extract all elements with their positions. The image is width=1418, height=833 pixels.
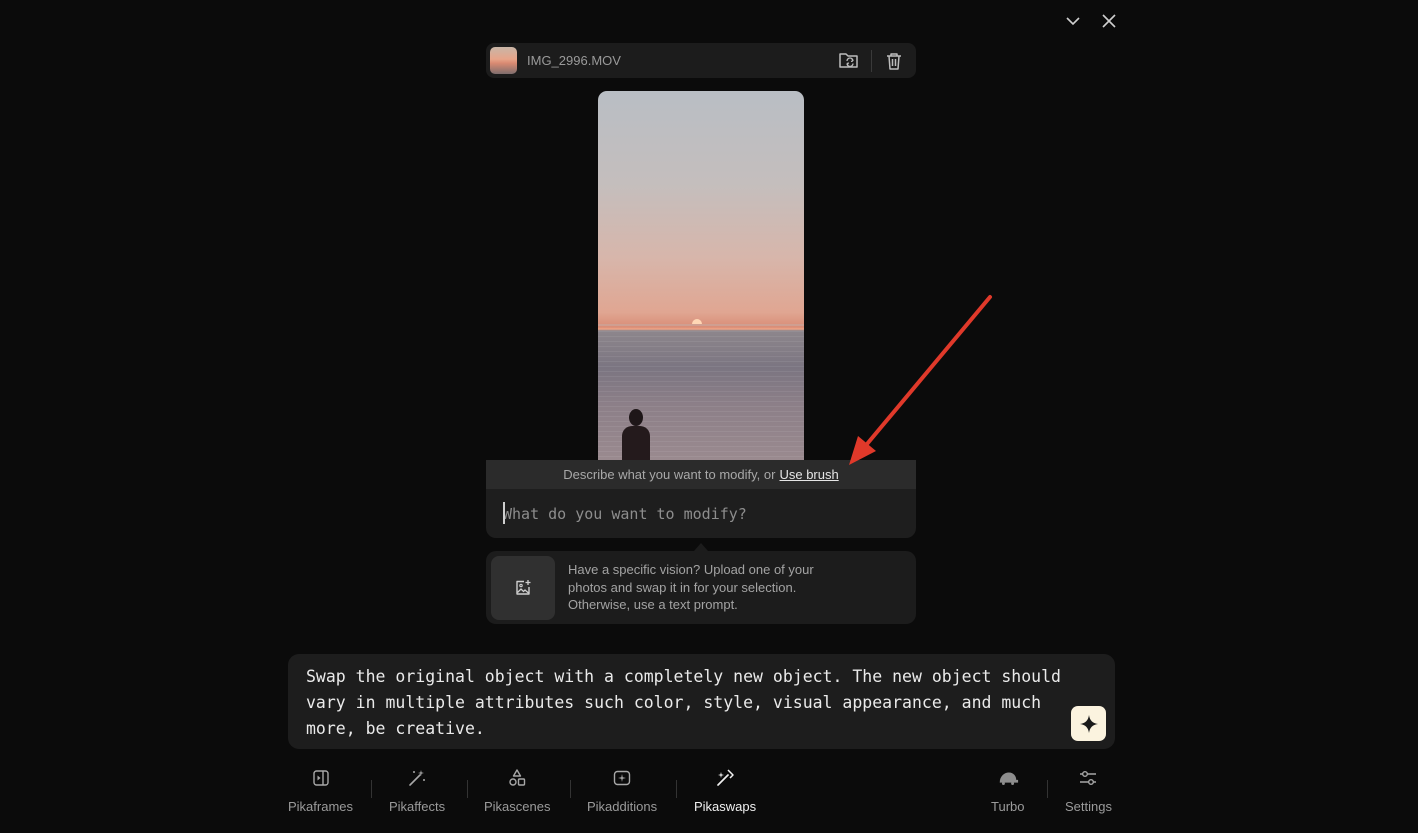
use-brush-link[interactable]: Use brush xyxy=(779,467,838,482)
tab-label: Pikaframes xyxy=(288,799,354,814)
magic-wand-icon xyxy=(406,767,428,789)
tab-pikaframes[interactable]: Pikaframes xyxy=(288,767,353,814)
chevron-down-icon[interactable] xyxy=(1062,10,1084,32)
prompt-text[interactable]: Swap the original object with a complete… xyxy=(306,664,1066,742)
file-bar: IMG_2996.MOV xyxy=(486,43,916,78)
modify-input[interactable] xyxy=(503,498,903,529)
tab-pikascenes[interactable]: Pikascenes xyxy=(484,767,550,814)
video-preview[interactable] xyxy=(598,91,804,460)
folder-swap-icon xyxy=(839,52,858,68)
tab-label: Pikaswaps xyxy=(694,799,757,814)
file-name: IMG_2996.MOV xyxy=(527,53,621,68)
tab-divider xyxy=(467,780,468,798)
tab-settings[interactable]: Settings xyxy=(1065,767,1112,814)
tab-label: Pikascenes xyxy=(484,799,551,814)
replace-file-button[interactable] xyxy=(831,46,867,76)
tab-pikaswaps[interactable]: Pikaswaps xyxy=(694,767,756,814)
image-add-icon xyxy=(516,579,531,595)
sparkle-icon xyxy=(1079,714,1098,733)
trash-icon xyxy=(887,52,901,70)
upload-card: Have a specific vision? Upload one of yo… xyxy=(486,551,916,624)
modify-input-container xyxy=(486,489,916,538)
sliders-icon xyxy=(1077,767,1099,789)
close-icon[interactable] xyxy=(1098,10,1120,32)
add-sparkle-icon xyxy=(611,767,633,789)
tab-turbo[interactable]: Turbo xyxy=(991,767,1024,814)
swap-wand-icon xyxy=(714,767,736,789)
preview-person xyxy=(629,409,643,426)
tab-label: Turbo xyxy=(991,799,1025,814)
tab-divider xyxy=(570,780,571,798)
turtle-icon xyxy=(997,767,1019,789)
divider xyxy=(871,49,872,72)
tab-divider xyxy=(676,780,677,798)
tab-pikadditions[interactable]: Pikadditions xyxy=(587,767,657,814)
frames-icon xyxy=(310,767,332,789)
generate-button[interactable] xyxy=(1071,706,1106,741)
window-controls xyxy=(1062,10,1120,32)
file-actions xyxy=(831,46,912,76)
shapes-icon xyxy=(506,767,528,789)
tab-divider xyxy=(1047,780,1048,798)
text-caret xyxy=(503,502,505,524)
tab-label: Pikadditions xyxy=(587,799,658,814)
file-thumbnail xyxy=(490,47,517,74)
preview-horizon xyxy=(598,324,804,326)
prompt-box[interactable]: Swap the original object with a complete… xyxy=(288,654,1115,749)
modify-hint: Describe what you want to modify, or Use… xyxy=(486,460,916,489)
tab-pikaffects[interactable]: Pikaffects xyxy=(389,767,445,814)
delete-file-button[interactable] xyxy=(876,46,912,76)
upload-description: Have a specific vision? Upload one of yo… xyxy=(568,562,814,613)
popover-notch xyxy=(694,543,708,551)
modify-hint-text: Describe what you want to modify, or xyxy=(563,467,776,482)
tab-label: Pikaffects xyxy=(389,799,446,814)
tab-label: Settings xyxy=(1065,799,1112,814)
tab-divider xyxy=(371,780,372,798)
preview-person-body xyxy=(622,426,650,460)
upload-image-button[interactable] xyxy=(491,555,555,620)
